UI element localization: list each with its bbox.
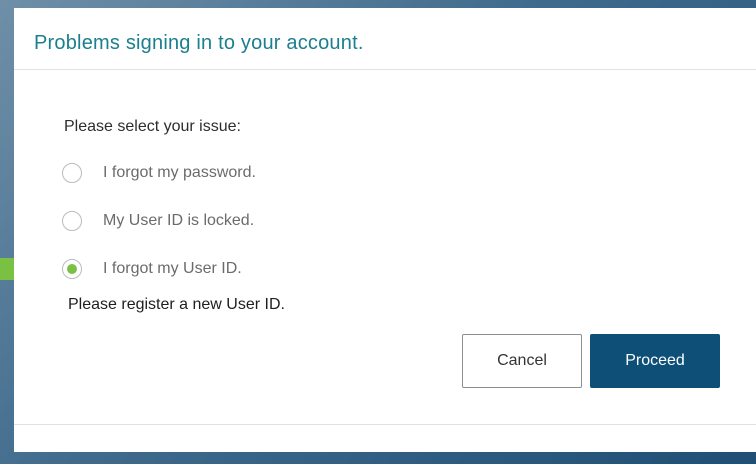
radio-user-id-locked[interactable] [62, 211, 82, 231]
option-label: I forgot my password. [103, 164, 256, 181]
radio-forgot-user-id[interactable] [62, 259, 82, 279]
dialog-footer-divider [14, 424, 756, 425]
option-label: My User ID is locked. [103, 212, 255, 229]
cancel-button[interactable]: Cancel [462, 334, 582, 388]
dialog-header: Problems signing in to your account. [14, 8, 756, 70]
option-forgot-password[interactable]: I forgot my password. [62, 162, 256, 184]
option-label: I forgot my User ID. [103, 260, 242, 277]
option-forgot-user-id[interactable]: I forgot my User ID. [62, 258, 242, 280]
proceed-button[interactable]: Proceed [590, 334, 720, 388]
radio-forgot-password[interactable] [62, 163, 82, 183]
register-note: Please register a new User ID. [68, 296, 285, 313]
option-user-id-locked[interactable]: My User ID is locked. [62, 210, 254, 232]
issue-prompt: Please select your issue: [64, 118, 241, 135]
sign-in-problems-dialog: Problems signing in to your account. Ple… [14, 8, 756, 452]
dialog-title: Problems signing in to your account. [34, 32, 364, 54]
